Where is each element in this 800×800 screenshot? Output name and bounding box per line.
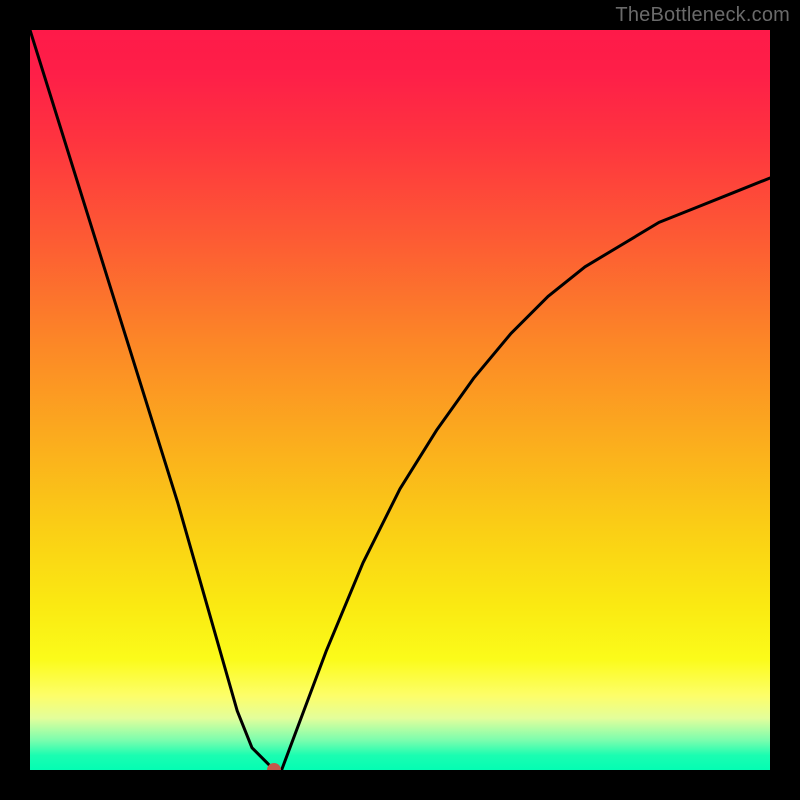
- watermark-text: TheBottleneck.com: [615, 4, 790, 27]
- chart-frame: TheBottleneck.com: [0, 0, 800, 800]
- plot-area: [30, 30, 770, 770]
- optimal-point-marker: [267, 763, 281, 770]
- bottleneck-curve: [30, 30, 770, 770]
